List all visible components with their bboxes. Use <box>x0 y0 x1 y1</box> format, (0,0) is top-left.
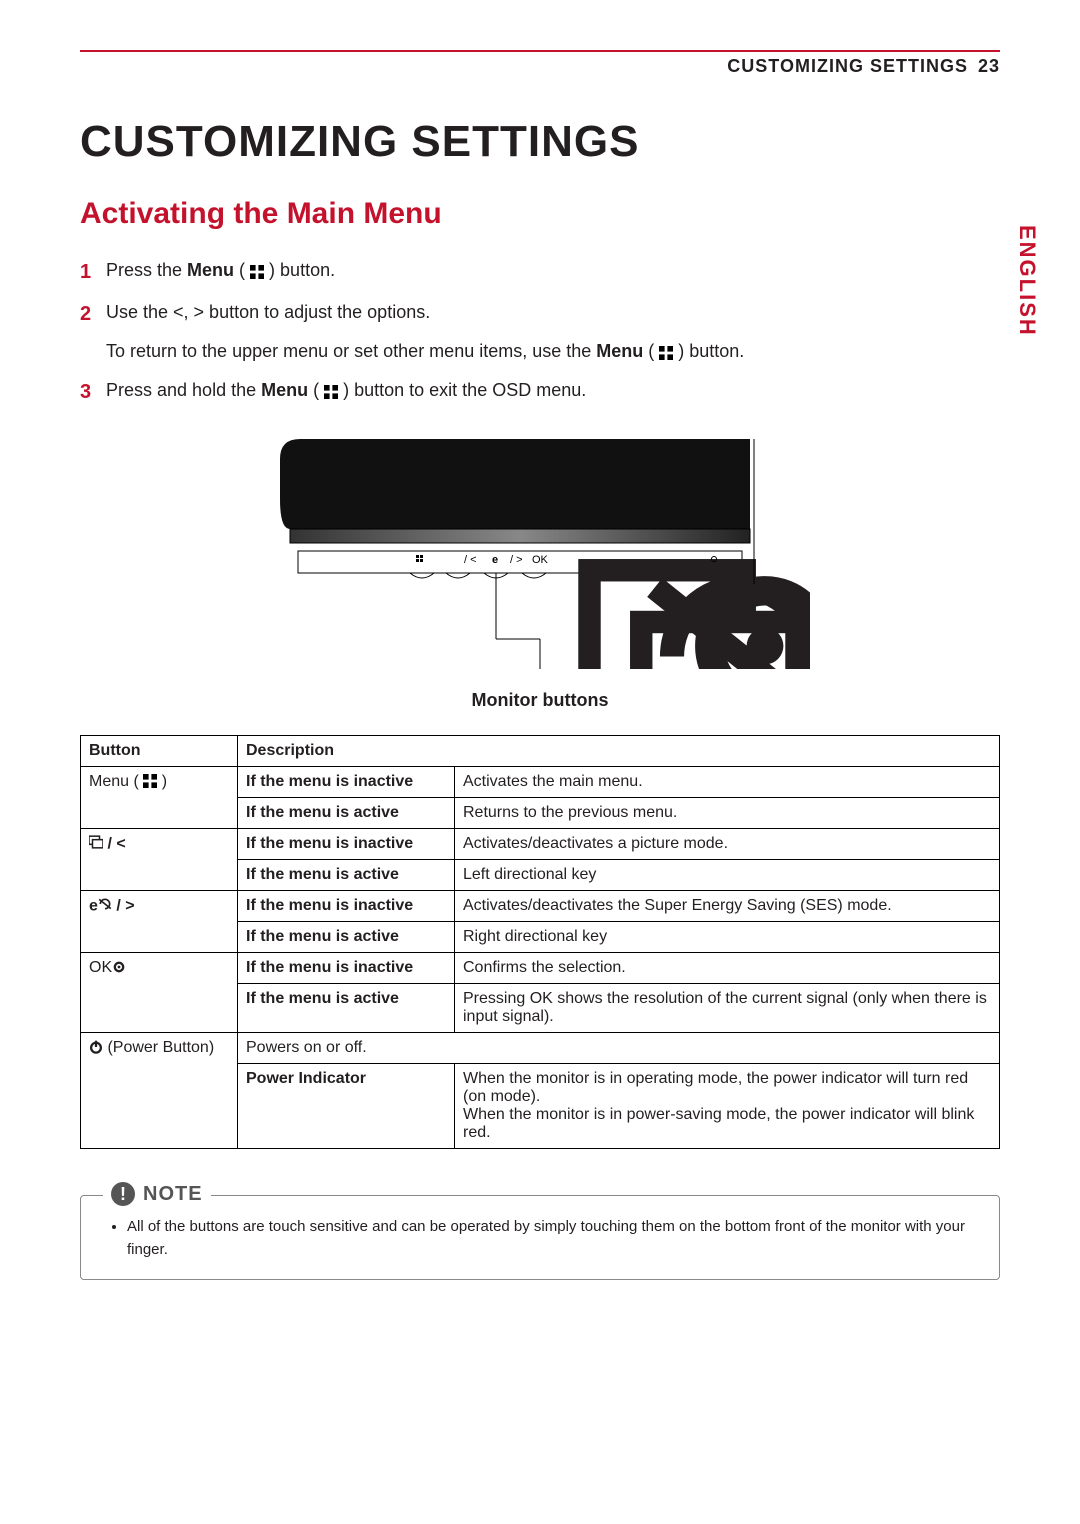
cell-button-menu: Menu ( ) <box>81 767 238 829</box>
power-icon <box>89 1039 103 1057</box>
step-2: 2 Use the <, > button to adjust the opti… <box>80 297 1000 367</box>
cell-button-power: (Power Button) <box>81 1033 238 1149</box>
step-1: 1 Press the Menu ( ) button. <box>80 255 1000 289</box>
th-button: Button <box>81 736 238 767</box>
running-header: CUSTOMIZING SETTINGS 23 <box>80 56 1000 77</box>
menu-icon <box>143 773 157 791</box>
section-title: Activating the Main Menu <box>80 197 1000 231</box>
table-row: Menu ( ) If the menu is inactive Activat… <box>81 767 1000 798</box>
svg-text:/ >: / > <box>510 554 523 566</box>
note-label: NOTE <box>143 1183 203 1206</box>
table-row: (Power Button) Powers on or off. <box>81 1033 1000 1064</box>
button-table: Button Description Menu ( ) If the menu … <box>80 735 1000 1149</box>
step-3: 3 Press and hold the Menu ( ) button to … <box>80 375 1000 409</box>
cell-button-picture: / < <box>81 829 238 891</box>
cell-button-ok: OK <box>81 953 238 1033</box>
header-section: CUSTOMIZING SETTINGS <box>727 56 968 77</box>
picture-mode-icon <box>89 835 103 854</box>
note-box: ! NOTE All of the buttons are touch sens… <box>80 1195 1000 1280</box>
svg-text:OK: OK <box>532 554 549 566</box>
language-tab: ENGLISH <box>1014 225 1040 337</box>
menu-icon <box>324 376 338 407</box>
table-row: / < If the menu is inactive Activates/de… <box>81 829 1000 860</box>
th-description: Description <box>238 736 1000 767</box>
menu-icon <box>250 256 264 287</box>
eco-icon <box>98 897 112 916</box>
menu-icon <box>659 337 673 368</box>
note-item: All of the buttons are touch sensitive a… <box>127 1216 971 1261</box>
table-row: e / > If the menu is inactive Activates/… <box>81 891 1000 922</box>
diagram-caption: Monitor buttons <box>80 690 1000 711</box>
page-title: CUSTOMIZING SETTINGS <box>80 117 1000 167</box>
steps-list: 1 Press the Menu ( ) button. 2 Use the <… <box>80 255 1000 409</box>
note-icon: ! <box>111 1182 135 1206</box>
cell-button-eco: e / > <box>81 891 238 953</box>
top-rule <box>80 50 1000 52</box>
svg-text:e: e <box>492 554 498 566</box>
monitor-diagram: / < e / > OK <box>270 439 810 674</box>
ok-icon <box>112 959 126 977</box>
header-page-number: 23 <box>978 56 1000 77</box>
table-row: OK If the menu is inactive Confirms the … <box>81 953 1000 984</box>
manual-page: CUSTOMIZING SETTINGS 23 ENGLISH CUSTOMIZ… <box>0 0 1080 1524</box>
note-badge: ! NOTE <box>103 1182 211 1206</box>
table-header-row: Button Description <box>81 736 1000 767</box>
svg-text:/ <: / < <box>464 554 477 566</box>
